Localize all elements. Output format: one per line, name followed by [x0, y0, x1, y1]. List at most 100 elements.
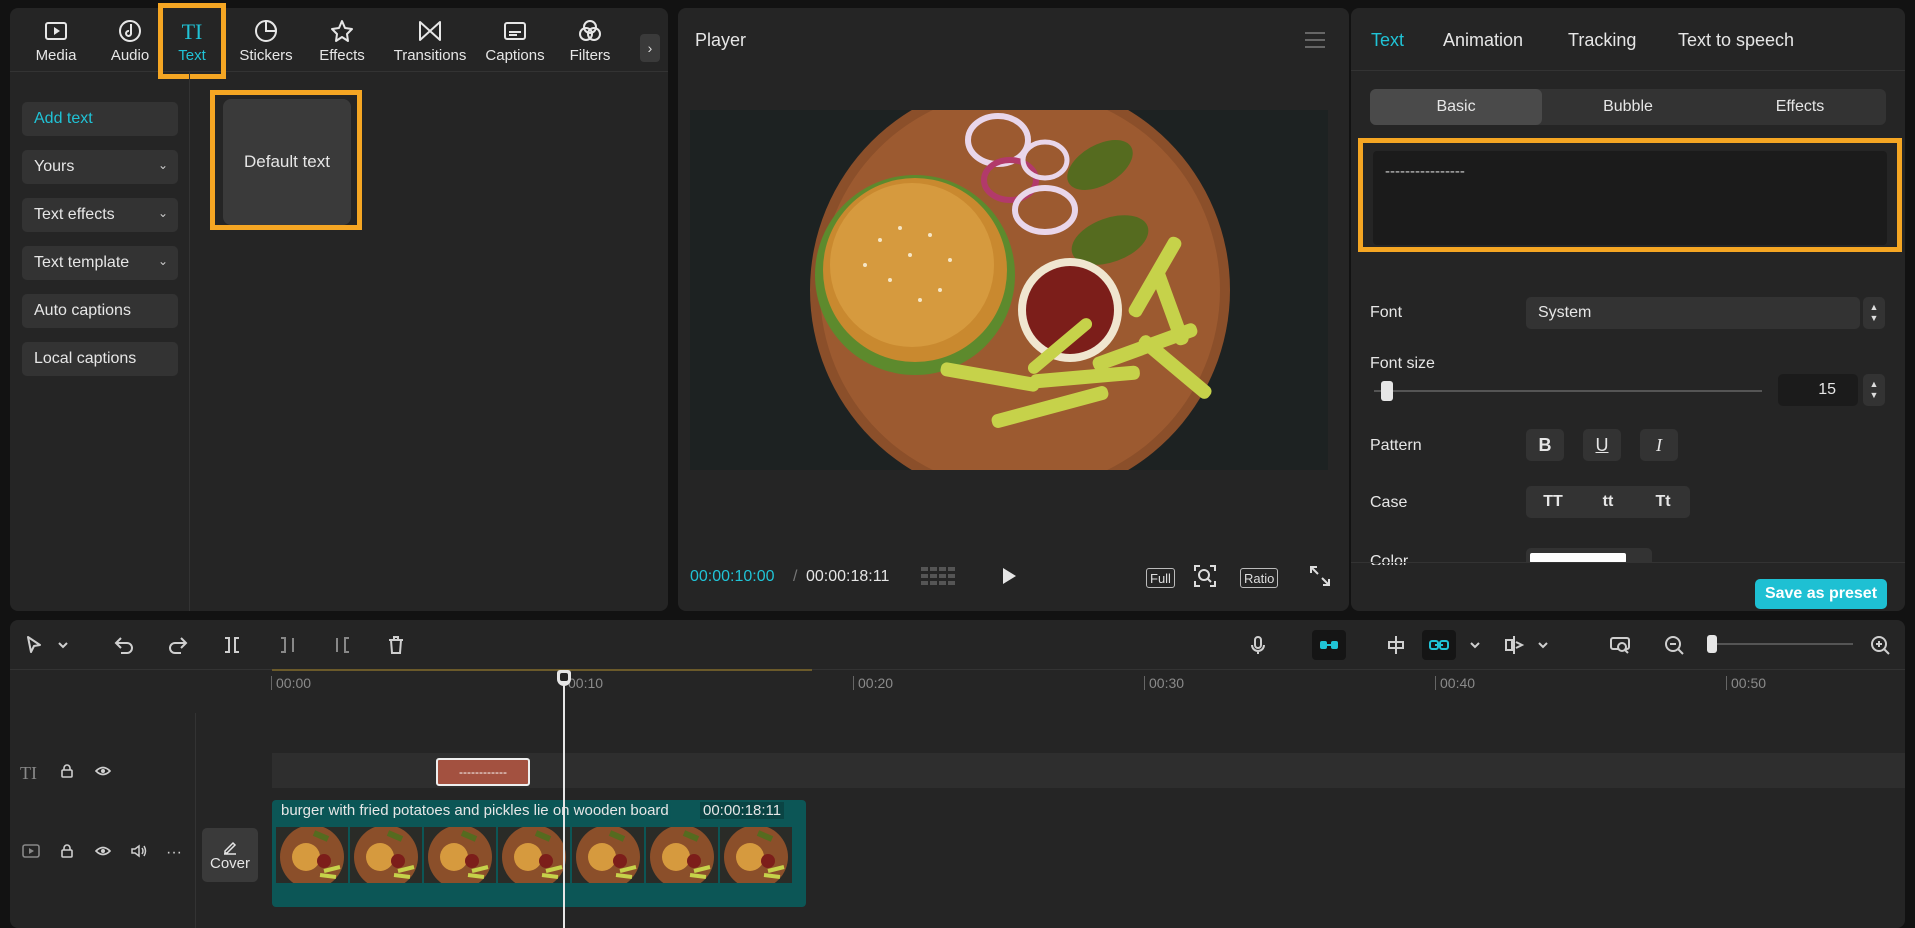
tab-tracking[interactable]: Tracking [1568, 30, 1636, 51]
main-track-magnet-icon[interactable] [1312, 630, 1346, 660]
chevron-right-icon[interactable]: › [640, 34, 660, 62]
tab-filters[interactable]: Filters [558, 16, 622, 72]
segment-bubble[interactable]: Bubble [1542, 89, 1714, 125]
tab-text-to-speech[interactable]: Text to speech [1678, 30, 1794, 51]
eye-icon[interactable] [94, 844, 112, 863]
chevron-down-icon[interactable] [56, 633, 70, 657]
bold-button[interactable]: B [1526, 429, 1564, 461]
undo-icon[interactable] [112, 633, 136, 657]
font-size-stepper[interactable]: ▲ ▼ [1863, 374, 1885, 406]
clip-thumbnail [424, 827, 496, 883]
font-size-slider-track[interactable] [1374, 390, 1762, 392]
burger-preview-image [690, 110, 1328, 470]
tab-transitions[interactable]: Transitions [382, 16, 478, 72]
more-options-icon[interactable]: ··· [166, 844, 182, 862]
tab-divider [1351, 70, 1905, 71]
underline-button[interactable]: U [1583, 429, 1621, 461]
playhead-handle[interactable] [557, 670, 571, 686]
microphone-icon[interactable] [1246, 633, 1270, 657]
video-track-header: ··· [10, 828, 196, 878]
time-ruler[interactable]: 00:00 00:10 00:20 00:30 00:40 00:50 [10, 670, 1905, 696]
local-captions-button[interactable]: Local captions [22, 342, 178, 376]
tab-audio[interactable]: Audio [98, 16, 162, 72]
fit-timeline-icon[interactable] [1608, 633, 1632, 657]
video-clip[interactable]: burger with fried potatoes and pickles l… [272, 800, 806, 907]
volume-icon[interactable] [130, 844, 148, 863]
eye-icon[interactable] [94, 764, 112, 783]
tab-label: Media [35, 47, 77, 64]
font-size-input[interactable]: 15 [1778, 374, 1858, 406]
tab-label: Effects [319, 47, 365, 64]
link-icon[interactable] [1422, 630, 1456, 660]
segment-basic[interactable]: Basic [1370, 89, 1542, 125]
italic-button[interactable]: I [1640, 429, 1678, 461]
fullscreen-icon[interactable] [1308, 564, 1332, 588]
play-button[interactable] [998, 564, 1020, 588]
case-buttons: TT tt Tt [1526, 486, 1690, 518]
clip-thumbnail [276, 827, 348, 883]
redo-icon[interactable] [166, 633, 190, 657]
color-swatch[interactable] [1526, 548, 1652, 562]
lock-icon[interactable] [60, 843, 74, 863]
zoom-slider-handle[interactable] [1707, 635, 1717, 653]
tab-animation[interactable]: Animation [1443, 30, 1523, 51]
tab-stickers[interactable]: Stickers [234, 16, 298, 72]
chevron-down-icon[interactable] [1536, 633, 1550, 657]
text-effects-dropdown[interactable]: Text effects ⌄ [22, 198, 178, 232]
lowercase-button[interactable]: tt [1581, 486, 1635, 518]
save-as-preset-button[interactable]: Save as preset [1755, 579, 1887, 609]
menu-icon[interactable] [1305, 32, 1325, 48]
snap-icon[interactable] [1384, 633, 1408, 657]
select-tool-icon[interactable] [22, 633, 46, 657]
trim-right-icon[interactable] [330, 633, 354, 657]
player-panel: Player 00:00:10:00 / 00:00:18:11 Full Ra… [678, 8, 1349, 611]
tab-effects[interactable]: Effects [310, 16, 374, 72]
play-icon [1003, 568, 1016, 584]
clip-duration: 00:00:18:11 [700, 802, 785, 819]
video-preview[interactable] [690, 110, 1328, 470]
add-text-button[interactable]: Add text [22, 102, 178, 136]
text-clip[interactable]: ------------ [436, 758, 530, 786]
properties-panel: Text Animation Tracking Text to speech B… [1351, 8, 1905, 611]
font-size-slider-handle[interactable] [1380, 381, 1393, 401]
track-header-divider [195, 713, 196, 928]
menu-label: Text template [34, 254, 130, 271]
tab-media[interactable]: Media [24, 16, 88, 72]
titlecase-button[interactable]: Tt [1636, 486, 1690, 518]
trim-left-icon[interactable] [276, 633, 300, 657]
zoom-out-icon[interactable] [1662, 633, 1686, 657]
tab-text-properties[interactable]: Text [1371, 30, 1404, 51]
full-button[interactable]: Full [1146, 568, 1175, 588]
text-template-dropdown[interactable]: Text template ⌄ [22, 246, 178, 280]
delete-icon[interactable] [384, 633, 408, 657]
default-text-card[interactable]: Default text [223, 99, 351, 225]
full-label: Full [1150, 570, 1171, 586]
player-title: Player [695, 30, 747, 50]
timecode-grid-icon[interactable] [920, 564, 956, 588]
playhead[interactable] [563, 670, 565, 928]
split-icon[interactable] [220, 633, 244, 657]
preview-axis-icon[interactable] [1502, 633, 1526, 657]
chevron-down-icon[interactable] [1468, 633, 1482, 657]
transitions-icon [419, 21, 441, 41]
default-text-label: Default text [244, 152, 330, 171]
media-icon [45, 22, 67, 40]
zoom-in-icon[interactable] [1868, 633, 1892, 657]
uppercase-button[interactable]: TT [1526, 486, 1580, 518]
captions-icon [504, 22, 526, 40]
auto-captions-button[interactable]: Auto captions [22, 294, 178, 328]
ratio-button[interactable]: Ratio [1240, 568, 1279, 588]
zoom-preview-icon[interactable] [1192, 564, 1218, 588]
lock-icon[interactable] [60, 763, 74, 783]
zoom-slider-track[interactable] [1707, 643, 1853, 645]
tab-captions[interactable]: Captions [478, 16, 552, 72]
font-select[interactable]: System [1526, 297, 1860, 329]
cover-button[interactable]: Cover [202, 828, 258, 882]
category-tabs: Media Audio TI Text Stickers Effects Tra… [10, 3, 668, 79]
segment-effects[interactable]: Effects [1714, 89, 1886, 125]
case-label: Case [1370, 494, 1408, 511]
font-stepper[interactable]: ▲ ▼ [1863, 297, 1885, 329]
text-content-input[interactable]: ---------------- [1373, 151, 1887, 245]
tab-label: Stickers [239, 47, 293, 64]
yours-dropdown[interactable]: Yours ⌄ [22, 150, 178, 184]
